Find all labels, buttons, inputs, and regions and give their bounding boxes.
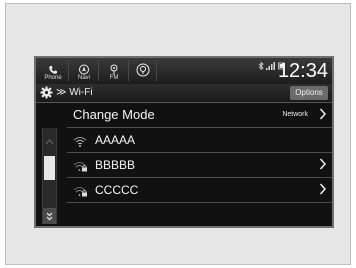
shortcut-phone-label: Phone — [44, 75, 62, 81]
shortcut-fm-label: FM — [109, 75, 119, 81]
divider — [156, 61, 157, 81]
breadcrumb: ≫ Wi-Fi — [56, 87, 93, 98]
wifi-locked-icon — [73, 184, 88, 202]
shortcut-media[interactable] — [132, 60, 154, 82]
shortcut-navi-label: Navi — [77, 75, 90, 81]
scroll-down-button[interactable] — [43, 208, 56, 224]
signal-icon — [266, 62, 276, 72]
divider — [98, 61, 99, 81]
scroll-up-icon[interactable] — [45, 132, 54, 150]
chevron-down-icon — [46, 212, 53, 221]
network-name: AAAAA — [95, 133, 136, 147]
chevron-right-icon — [319, 108, 326, 120]
change-mode-label: Change Mode — [73, 107, 155, 122]
change-mode-row[interactable]: Change Mode Network — [67, 103, 332, 128]
change-mode-value: Network — [282, 111, 308, 118]
top-bar: Phone Navi FM 12:34 — [36, 58, 332, 85]
list-item[interactable]: BBBBB — [67, 153, 332, 178]
wifi-list: Change Mode Network AAAAA BBBBB CCCCC — [67, 103, 332, 203]
divider — [128, 61, 129, 81]
divider — [68, 61, 69, 81]
shortcut-fm[interactable]: FM — [102, 60, 126, 82]
scrollbar[interactable] — [42, 128, 57, 224]
breadcrumb-bar: ≫ Wi-Fi Options — [36, 84, 332, 103]
list-item[interactable]: CCCCC — [67, 178, 332, 203]
wifi-locked-icon — [73, 159, 88, 177]
options-button[interactable]: Options — [290, 86, 328, 100]
chevron-right-icon — [319, 183, 326, 195]
list-item[interactable]: AAAAA — [67, 128, 332, 153]
bluetooth-icon — [258, 61, 264, 72]
clock: 12:34 — [277, 60, 328, 82]
network-name: CCCCC — [95, 183, 139, 197]
network-name: BBBBB — [95, 158, 136, 172]
shortcut-navi[interactable]: Navi — [72, 60, 96, 82]
scroll-thumb[interactable] — [44, 156, 55, 180]
chevron-right-icon — [319, 158, 326, 170]
wifi-icon — [73, 134, 87, 152]
infotainment-screen: Phone Navi FM 12:34 ≫ Wi-Fi Options Chan… — [34, 56, 334, 228]
illustration-frame: Phone Navi FM 12:34 ≫ Wi-Fi Options Chan… — [5, 3, 351, 265]
gear-icon[interactable] — [40, 86, 53, 104]
media-icon — [136, 63, 150, 82]
shortcut-phone[interactable]: Phone — [40, 60, 66, 82]
